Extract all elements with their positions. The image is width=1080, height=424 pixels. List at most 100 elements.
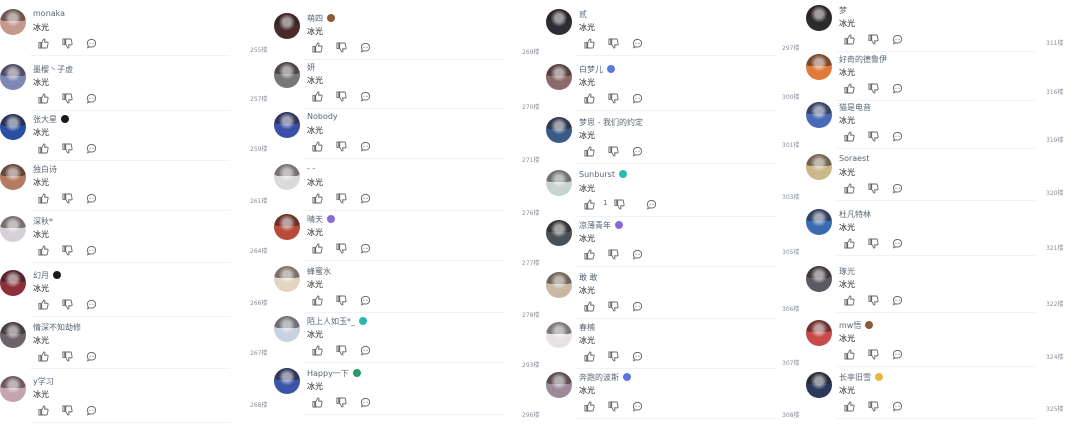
like-icon[interactable] [312,295,323,306]
username[interactable]: Soraest [839,154,869,163]
reply-icon[interactable] [360,243,371,254]
username[interactable]: monaka [33,9,65,18]
like-icon[interactable] [844,34,855,45]
avatar[interactable] [806,5,832,31]
dislike-icon[interactable] [336,397,347,408]
reply-icon[interactable] [632,301,643,312]
reply-icon[interactable] [360,193,371,204]
username[interactable]: 张大星 [33,114,69,125]
like-icon[interactable] [844,401,855,412]
avatar[interactable] [546,322,572,348]
dislike-icon[interactable] [336,193,347,204]
avatar[interactable] [806,372,832,398]
reply-icon[interactable] [360,295,371,306]
username[interactable]: 贰 [579,9,587,20]
like-icon[interactable] [584,351,595,362]
dislike-icon[interactable] [868,295,879,306]
username-text[interactable]: 深秋* [33,217,53,226]
avatar[interactable] [0,216,26,242]
avatar[interactable] [806,209,832,235]
dislike-icon[interactable] [62,351,73,362]
like-icon[interactable] [312,193,323,204]
dislike-icon[interactable] [62,143,73,154]
avatar[interactable] [546,272,572,298]
username[interactable]: 梦 [839,5,847,16]
username[interactable]: 杜凡特林 [839,209,871,220]
username-text[interactable]: 琢光 [839,267,855,276]
avatar[interactable] [274,214,300,240]
like-icon[interactable] [38,405,49,416]
dislike-icon[interactable] [336,345,347,356]
username-text[interactable]: 杜凡特林 [839,210,871,219]
username-text[interactable]: 张大星 [33,115,57,124]
dislike-icon[interactable] [336,243,347,254]
dislike-icon[interactable] [336,141,347,152]
avatar[interactable] [546,170,572,196]
like-icon[interactable] [312,141,323,152]
username-text[interactable]: 好奇的德鲁伊 [839,55,887,64]
username-text[interactable]: y学习 [33,377,54,386]
reply-icon[interactable] [646,199,657,210]
avatar[interactable] [0,114,26,140]
dislike-icon[interactable] [62,193,73,204]
dislike-icon[interactable] [868,401,879,412]
avatar[interactable] [0,164,26,190]
like-icon[interactable] [38,193,49,204]
reply-icon[interactable] [86,405,97,416]
reply-icon[interactable] [360,91,371,102]
reply-icon[interactable] [892,238,903,249]
avatar[interactable] [806,154,832,180]
username[interactable]: 春楠 [579,322,595,333]
avatar[interactable] [546,220,572,246]
dislike-icon[interactable] [868,183,879,194]
avatar[interactable] [274,112,300,138]
username[interactable]: 凉薄青年 [579,220,623,231]
like-icon[interactable] [38,38,49,49]
username[interactable]: 晴天 [307,214,335,225]
username-text[interactable]: 晴天 [307,215,323,224]
username[interactable]: Nobody [307,112,338,121]
username-text[interactable]: 奔跑的波斯 [579,373,619,382]
username[interactable]: 敢 敢 [579,272,598,283]
username[interactable]: 好奇的德鲁伊 [839,54,887,65]
username[interactable]: 猫是电音 [839,102,871,113]
username[interactable]: 深秋* [33,216,53,227]
username[interactable]: 幻月 [33,270,61,281]
dislike-icon[interactable] [868,349,879,360]
username-text[interactable]: 妍 [307,63,315,72]
username-text[interactable]: - - [307,164,315,173]
username[interactable]: mw悟 [839,320,874,331]
dislike-icon[interactable] [62,245,73,256]
like-icon[interactable] [584,199,595,210]
like-icon[interactable] [844,349,855,360]
like-icon[interactable] [38,245,49,256]
like-icon[interactable] [312,345,323,356]
reply-icon[interactable] [86,143,97,154]
reply-icon[interactable] [86,38,97,49]
dislike-icon[interactable] [868,34,879,45]
avatar[interactable] [274,62,300,88]
username-text[interactable]: 陌上人如玉*_ [307,317,355,326]
avatar[interactable] [274,164,300,190]
like-icon[interactable] [38,351,49,362]
username[interactable]: 长亭旧雪 [839,372,883,383]
like-icon[interactable] [38,299,49,310]
dislike-icon[interactable] [608,93,619,104]
reply-icon[interactable] [892,83,903,94]
like-icon[interactable] [38,93,49,104]
username-text[interactable]: 萌四 [307,14,323,23]
username-text[interactable]: 蜂蜜水 [307,267,331,276]
username[interactable]: 琢光 [839,266,855,277]
like-icon[interactable] [844,131,855,142]
dislike-icon[interactable] [608,401,619,412]
dislike-icon[interactable] [608,146,619,157]
username-text[interactable]: 梦思 - 我们的约定 [579,118,643,127]
reply-icon[interactable] [360,345,371,356]
reply-icon[interactable] [892,295,903,306]
username[interactable]: 墨樱丶子虚 [33,64,73,75]
reply-icon[interactable] [360,141,371,152]
dislike-icon[interactable] [336,91,347,102]
like-icon[interactable] [312,243,323,254]
username-text[interactable]: 猫是电音 [839,103,871,112]
username-text[interactable]: Happy一下 [307,369,349,378]
